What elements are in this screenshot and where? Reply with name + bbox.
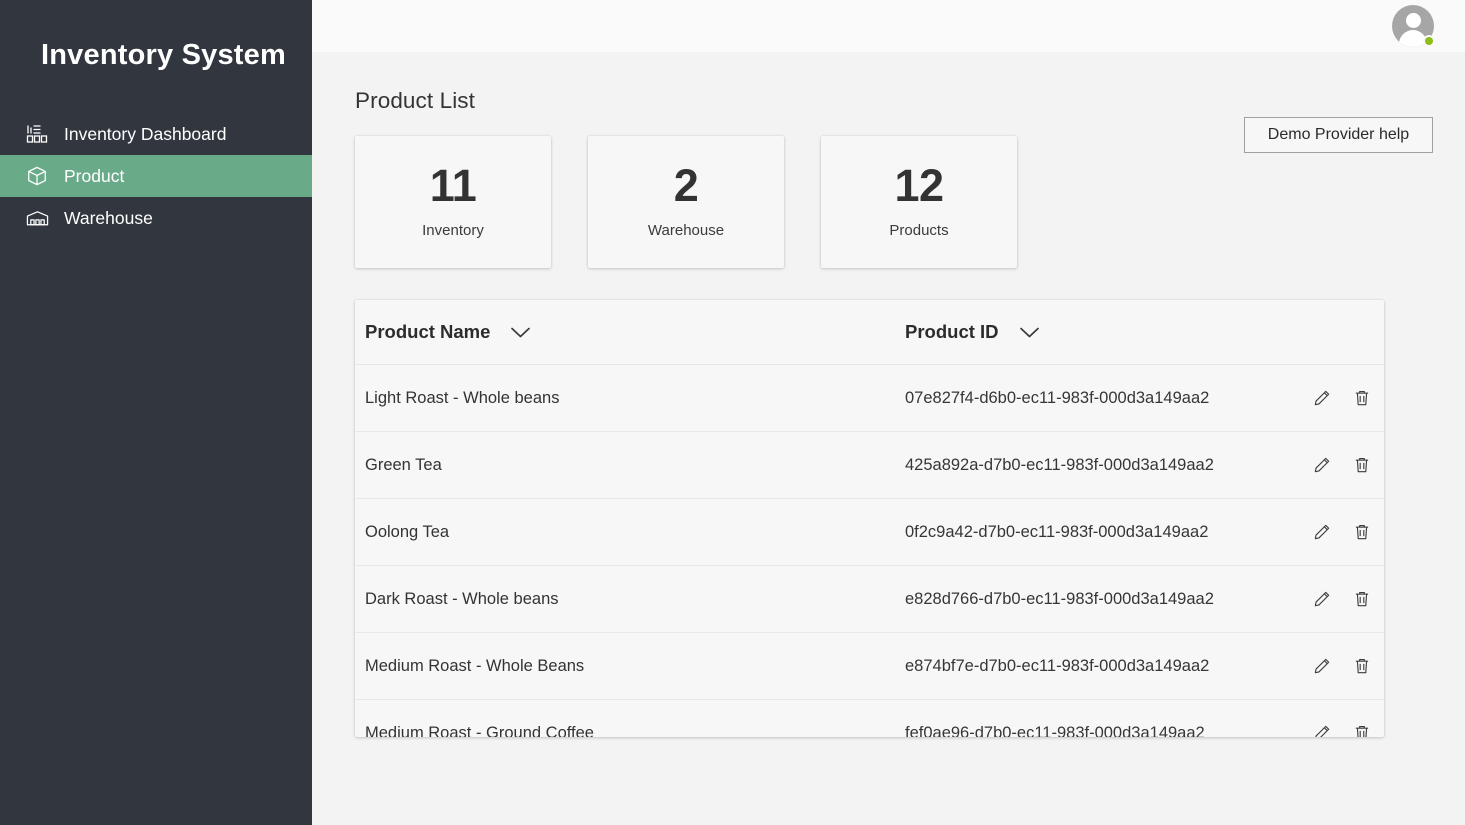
edit-pencil-icon[interactable] — [1311, 387, 1333, 409]
cell-product-id: e828d766-d7b0-ec11-983f-000d3a149aa2 — [905, 590, 1305, 609]
stat-label: Warehouse — [648, 222, 724, 239]
row-actions — [1311, 722, 1373, 737]
row-actions — [1311, 387, 1373, 409]
demo-provider-help-button[interactable]: Demo Provider help — [1244, 117, 1433, 153]
avatar-head-shape — [1406, 13, 1421, 28]
app-brand-title: Inventory System — [0, 0, 312, 74]
cell-product-id: 07e827f4-d6b0-ec11-983f-000d3a149aa2 — [905, 389, 1305, 408]
cell-product-name: Green Tea — [365, 456, 905, 475]
top-header-bar — [312, 0, 1465, 52]
cell-product-name: Medium Roast - Ground Coffee — [365, 724, 905, 738]
page-content: Product List Demo Provider help 11 Inven… — [312, 52, 1465, 825]
table-header-row: Product Name Product ID — [355, 300, 1384, 365]
stat-card-inventory[interactable]: 11 Inventory — [355, 136, 551, 268]
row-actions — [1311, 521, 1373, 543]
trash-delete-icon[interactable] — [1351, 521, 1373, 543]
cell-product-name: Light Roast - Whole beans — [365, 389, 905, 408]
product-table: Product Name Product ID — [355, 300, 1384, 737]
cell-product-id: 0f2c9a42-d7b0-ec11-983f-000d3a149aa2 — [905, 523, 1305, 542]
table-body: Light Roast - Whole beans 07e827f4-d6b0-… — [355, 365, 1384, 737]
page-title: Product List — [355, 52, 1465, 114]
row-actions — [1311, 588, 1373, 610]
sidebar-item-product[interactable]: Product — [0, 155, 312, 197]
trash-delete-icon[interactable] — [1351, 588, 1373, 610]
cell-product-id: 425a892a-d7b0-ec11-983f-000d3a149aa2 — [905, 456, 1305, 475]
chevron-down-icon[interactable] — [510, 326, 531, 339]
table-row[interactable]: Oolong Tea 0f2c9a42-d7b0-ec11-983f-000d3… — [355, 499, 1384, 566]
main-area: Product List Demo Provider help 11 Inven… — [312, 0, 1465, 825]
edit-pencil-icon[interactable] — [1311, 655, 1333, 677]
trash-delete-icon[interactable] — [1351, 722, 1373, 737]
trash-delete-icon[interactable] — [1351, 655, 1373, 677]
sidebar: Inventory System Inventory Dashboard — [0, 0, 312, 825]
row-actions — [1311, 454, 1373, 476]
presence-status-badge — [1423, 35, 1435, 47]
stat-value: 2 — [674, 161, 699, 211]
cell-product-id: fef0ae96-d7b0-ec11-983f-000d3a149aa2 — [905, 724, 1305, 738]
stat-value: 12 — [894, 161, 943, 211]
cell-product-name: Medium Roast - Whole Beans — [365, 657, 905, 676]
stat-label: Products — [889, 222, 948, 239]
table-row[interactable]: Green Tea 425a892a-d7b0-ec11-983f-000d3a… — [355, 432, 1384, 499]
chevron-down-icon[interactable] — [1019, 326, 1040, 339]
column-header-label: Product Name — [365, 321, 490, 343]
table-row[interactable]: Light Roast - Whole beans 07e827f4-d6b0-… — [355, 365, 1384, 432]
dashboard-icon — [22, 122, 52, 146]
edit-pencil-icon[interactable] — [1311, 454, 1333, 476]
table-row[interactable]: Medium Roast - Whole Beans e874bf7e-d7b0… — [355, 633, 1384, 700]
column-header-label: Product ID — [905, 321, 999, 343]
app-root: Inventory System Inventory Dashboard — [0, 0, 1465, 825]
table-row[interactable]: Dark Roast - Whole beans e828d766-d7b0-e… — [355, 566, 1384, 633]
cell-product-name: Oolong Tea — [365, 523, 905, 542]
stat-card-warehouse[interactable]: 2 Warehouse — [588, 136, 784, 268]
stat-label: Inventory — [422, 222, 484, 239]
row-actions — [1311, 655, 1373, 677]
package-icon — [22, 164, 52, 188]
sidebar-item-label: Product — [64, 165, 124, 187]
edit-pencil-icon[interactable] — [1311, 521, 1333, 543]
edit-pencil-icon[interactable] — [1311, 722, 1333, 737]
stat-value: 11 — [430, 161, 477, 211]
sidebar-item-inventory-dashboard[interactable]: Inventory Dashboard — [0, 113, 312, 155]
trash-delete-icon[interactable] — [1351, 387, 1373, 409]
warehouse-icon — [22, 206, 52, 230]
cell-product-id: e874bf7e-d7b0-ec11-983f-000d3a149aa2 — [905, 657, 1305, 676]
sidebar-item-label: Inventory Dashboard — [64, 123, 226, 145]
column-header-product-id[interactable]: Product ID — [905, 321, 1305, 343]
cell-product-name: Dark Roast - Whole beans — [365, 590, 905, 609]
edit-pencil-icon[interactable] — [1311, 588, 1333, 610]
stat-card-products[interactable]: 12 Products — [821, 136, 1017, 268]
sidebar-nav: Inventory Dashboard Product — [0, 113, 312, 239]
trash-delete-icon[interactable] — [1351, 454, 1373, 476]
avatar[interactable] — [1392, 5, 1434, 47]
sidebar-item-label: Warehouse — [64, 207, 153, 229]
stat-cards: 11 Inventory 2 Warehouse 12 Products — [355, 136, 1465, 268]
column-header-product-name[interactable]: Product Name — [365, 321, 905, 343]
sidebar-item-warehouse[interactable]: Warehouse — [0, 197, 312, 239]
table-row[interactable]: Medium Roast - Ground Coffee fef0ae96-d7… — [355, 700, 1384, 737]
